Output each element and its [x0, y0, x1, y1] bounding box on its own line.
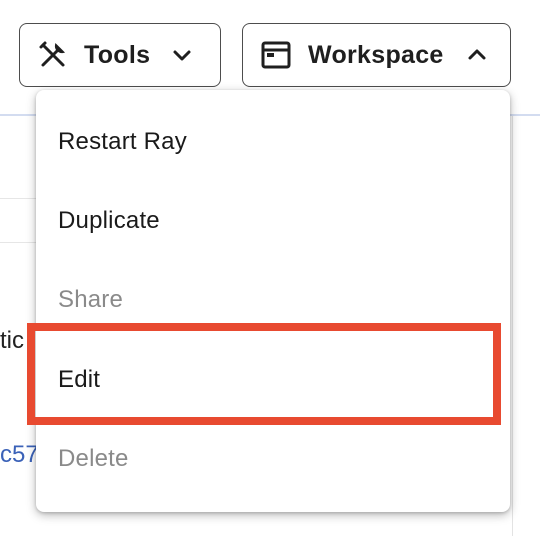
tools-button[interactable]: Tools	[19, 23, 221, 87]
screen: tic c57 Tools Workspace Restart Ray Dupl…	[0, 0, 540, 536]
tools-label: Tools	[84, 40, 151, 69]
menu-item-delete: Delete	[36, 419, 510, 498]
menu-item-edit[interactable]: Edit	[36, 340, 510, 419]
menu-item-label: Restart Ray	[58, 127, 187, 155]
menu-item-restart-ray[interactable]: Restart Ray	[36, 102, 510, 181]
menu-item-share: Share	[36, 260, 510, 339]
column-divider	[512, 116, 513, 536]
menu-item-label: Edit	[58, 365, 101, 393]
background-link[interactable]: c57	[0, 441, 36, 469]
workspace-menu: Restart Ray Duplicate Share Edit Delete	[36, 90, 510, 512]
row-divider	[0, 198, 36, 199]
menu-item-label: Share	[58, 285, 124, 313]
browser-window-icon	[260, 39, 292, 71]
menu-item-label: Duplicate	[58, 206, 160, 234]
chevron-down-icon	[170, 43, 194, 67]
workspace-button[interactable]: Workspace	[242, 23, 511, 87]
chevron-up-icon	[465, 43, 489, 67]
workspace-label: Workspace	[308, 40, 444, 69]
menu-item-duplicate[interactable]: Duplicate	[36, 181, 510, 260]
row-divider	[0, 242, 36, 243]
menu-item-label: Delete	[58, 444, 129, 472]
background-text: tic	[0, 327, 24, 354]
tools-icon	[37, 39, 69, 71]
